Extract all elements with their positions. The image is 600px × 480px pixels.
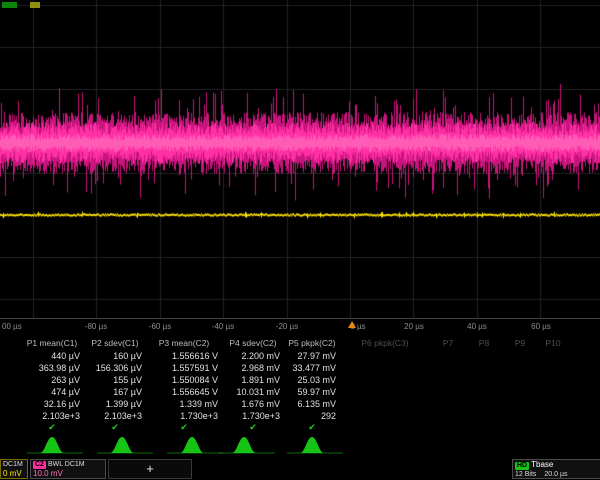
time-axis-label: 0 µs [350,322,365,331]
param-header-p10[interactable]: P10 [538,337,568,350]
measurement-value: 1.399 µV [84,398,146,410]
c2-coupling-label: BWL DC1M [48,461,85,468]
channel-c2-descriptor[interactable]: C2BWL DC1M 10.0 mV [30,459,106,479]
time-axis-label: 40 µs [467,322,487,331]
time-axis-label: -80 µs [85,322,107,331]
param-header-p4[interactable]: P4 sdev(C2) [222,337,284,350]
measurement-value: 2.103e+3 [20,410,84,422]
c1-coupling-label: DC1M [3,461,23,468]
measurement-histicons [0,433,600,457]
measurement-value: 2.103e+3 [84,410,146,422]
param-header-p3[interactable]: P3 mean(C2) [146,337,222,350]
measurement-value: 25.03 mV [284,374,340,386]
c2-chip: C2 [33,461,46,469]
time-axis-label: 60 µs [531,322,551,331]
measurement-value: 1.556616 V [146,350,222,362]
measurement-table: P1 mean(C1)P2 sdev(C1)P3 mean(C2)P4 sdev… [0,337,600,434]
measurement-value: 1.550084 V [146,374,222,386]
tbase-scale: 20.0 µs [544,471,567,479]
time-axis-label: -20 µs [276,322,298,331]
annotation-tag-green [2,2,17,8]
measurement-value: 440 µV [20,350,84,362]
param-header-p8[interactable]: P8 [466,337,502,350]
waveform-display[interactable] [0,0,600,318]
measurement-value: 156.306 µV [84,362,146,374]
channel-c1-descriptor[interactable]: DC1M 0 mV [0,459,28,479]
measurement-value: 1.730e+3 [146,410,222,422]
tbase-bits: 12 Bits [515,471,536,479]
add-trace-button[interactable]: + [108,459,192,479]
time-axis-label: 00 µs [2,322,22,331]
param-header-p1[interactable]: P1 mean(C1) [20,337,84,350]
measurement-value: 1.556645 V [146,386,222,398]
measurement-value: 160 µV [84,350,146,362]
measurement-value: 2.968 mV [222,362,284,374]
measurement-value: 292 [284,410,340,422]
measurement-value: 363.98 µV [20,362,84,374]
param-header-p5[interactable]: P5 pkpk(C2) [284,337,340,350]
c2-scale-value: 10.0 mV [33,470,103,478]
measurement-value: 10.031 mV [222,386,284,398]
annotation-tag-yellow [30,2,40,8]
timebase-descriptor[interactable]: HDTbase 12 Bits 20.0 µs [512,459,600,479]
measurement-value: 167 µV [84,386,146,398]
measurement-value: 263 µV [20,374,84,386]
measurement-value: 2.200 mV [222,350,284,362]
time-axis-label: -60 µs [149,322,171,331]
measurement-value: 474 µV [20,386,84,398]
param-header-p2[interactable]: P2 sdev(C1) [84,337,146,350]
c1-offset-value: 0 mV [3,470,25,478]
measurement-value: 6.135 mV [284,398,340,410]
time-axis: 00 µs -80 µs -60 µs -40 µs -20 µs 0 µs 20 µs 40… [0,318,600,335]
param-header-p7[interactable]: P7 [430,337,466,350]
measurement-value: 1.891 mV [222,374,284,386]
time-axis-label: 20 µs [404,322,424,331]
measurement-value: 1.730e+3 [222,410,284,422]
measurement-value: 1.557591 V [146,362,222,374]
measurement-value: 27.97 mV [284,350,340,362]
oscilloscope-screen: 00 µs -80 µs -60 µs -40 µs -20 µs 0 µs 20 µs 40… [0,0,600,480]
measurement-value: 155 µV [84,374,146,386]
time-axis-label: -40 µs [212,322,234,331]
measurement-value: 1.339 mV [146,398,222,410]
param-header-p6[interactable]: P6 pkpk(C3) [340,337,430,350]
param-header-p9[interactable]: P9 [502,337,538,350]
hd-badge: HD [515,462,529,470]
measurement-value: 1.676 mV [222,398,284,410]
tbase-label: Tbase [531,460,553,469]
measurement-value: 59.97 mV [284,386,340,398]
measurement-value: 32.16 µV [20,398,84,410]
measurement-value: 33.477 mV [284,362,340,374]
bottom-toolbar: DC1M 0 mV C2BWL DC1M 10.0 mV + HDTbase 1… [0,458,600,480]
